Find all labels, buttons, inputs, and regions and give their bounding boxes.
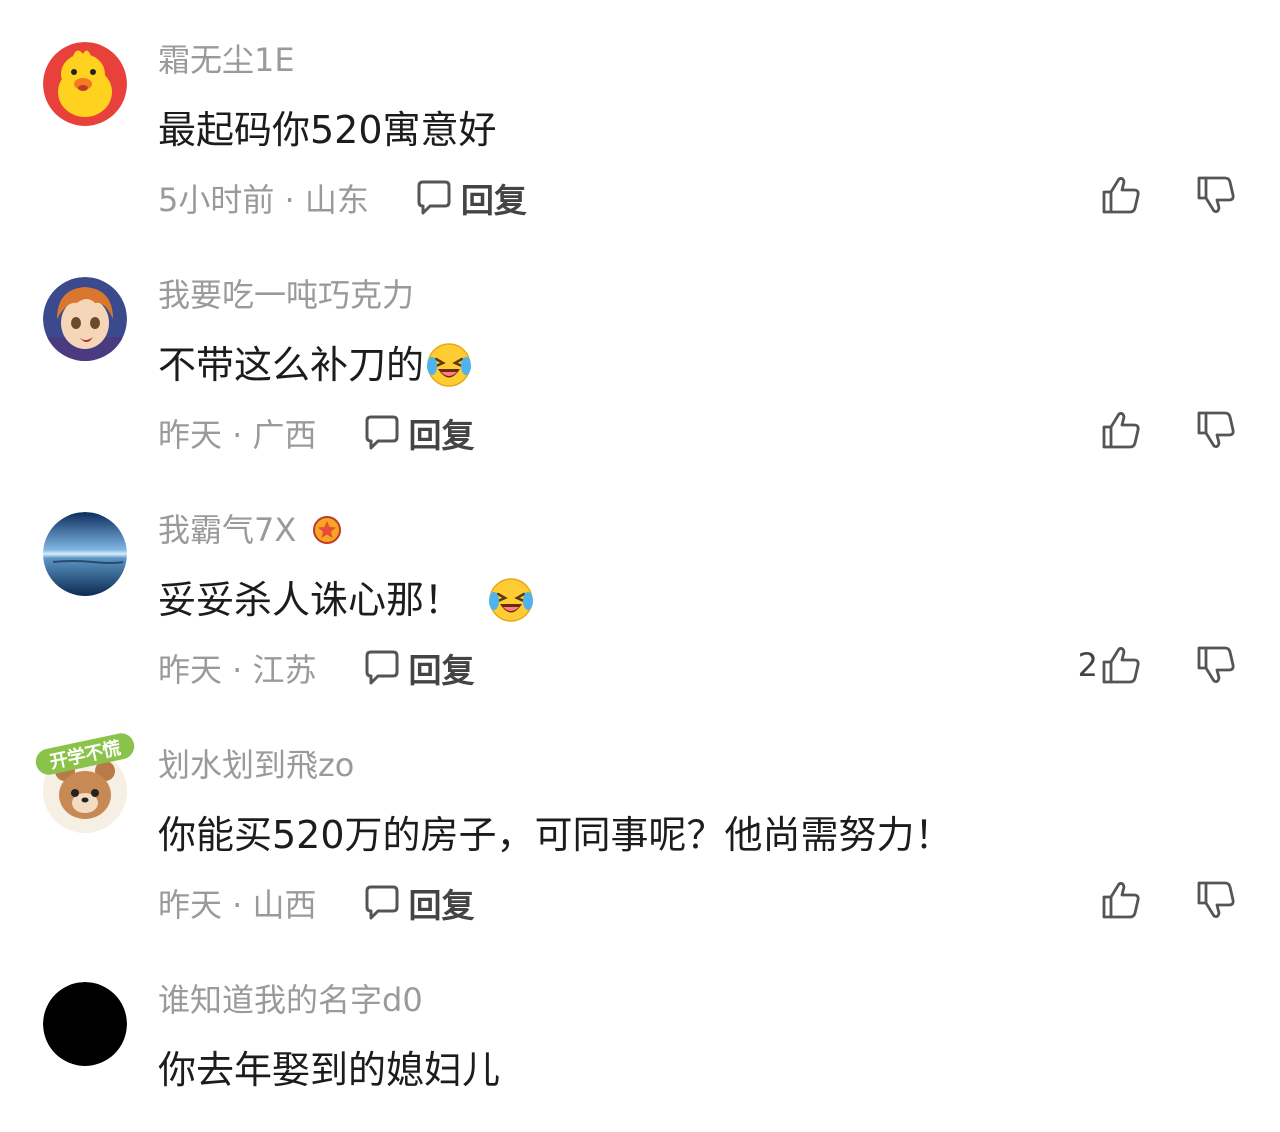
like-count: 2 — [1077, 646, 1098, 684]
comment-meta: 昨天 · 山西 回复 — [158, 880, 475, 926]
speech-bubble-icon — [365, 415, 399, 450]
comment-item: 我霸气7X 妥妥杀人诛心那！ 昨天 · 江苏 回复 2 — [0, 470, 1280, 705]
avatar[interactable] — [43, 982, 127, 1066]
avatar[interactable] — [43, 42, 127, 126]
time-location: 昨天 · 山西 — [158, 886, 317, 924]
speech-bubble-icon — [365, 885, 399, 920]
reply-label: 回复 — [408, 416, 475, 455]
reply-button[interactable]: 回复 — [361, 409, 475, 457]
comment-text: 你去年娶到的媳妇儿 — [158, 1045, 500, 1095]
reply-button[interactable]: 回复 — [361, 879, 475, 927]
username[interactable]: 谁知道我的名字d0 — [158, 980, 423, 1020]
avatar[interactable] — [43, 512, 127, 596]
thumbs-up-icon — [1102, 647, 1140, 684]
speech-bubble-icon — [417, 180, 451, 215]
username-text[interactable]: 划水划到飛zo — [158, 745, 354, 785]
black-avatar-icon — [43, 982, 127, 1066]
comment-text-body: 你能买520万的房子，可同事呢？他尚需努力！ — [158, 813, 953, 857]
username[interactable]: 霜无尘1E — [158, 40, 295, 80]
time-location: 5小时前 · 山东 — [158, 181, 369, 219]
star-badge-icon — [313, 516, 342, 544]
username-text[interactable]: 我霸气7X — [158, 510, 296, 550]
comment-item: 霜无尘1E 最起码你520寓意好 5小时前 · 山东 回复 — [0, 0, 1280, 235]
anime-boy-avatar-icon — [43, 277, 127, 361]
thumbs-up-icon — [1102, 882, 1140, 919]
comment-text-body: 不带这么补刀的 — [158, 343, 425, 387]
thumbs-down-icon[interactable] — [1195, 879, 1237, 921]
comment-meta: 5小时前 · 山东 回复 — [158, 175, 527, 221]
time-location: 昨天 · 广西 — [158, 416, 317, 454]
username[interactable]: 我霸气7X — [158, 510, 342, 550]
avatar[interactable] — [43, 277, 127, 361]
reply-button[interactable]: 回复 — [413, 174, 527, 222]
like-button[interactable] — [1068, 172, 1142, 218]
lake-landscape-avatar-icon — [43, 512, 127, 596]
username-text[interactable]: 我要吃一吨巧克力 — [158, 275, 414, 315]
comment-text: 你能买520万的房子，可同事呢？他尚需努力！ — [158, 810, 953, 860]
speech-bubble-icon — [365, 650, 399, 685]
thumbs-up-icon — [1102, 177, 1140, 214]
bear-school-avatar-icon: 开学不慌 — [35, 733, 135, 833]
thumbs-down-icon[interactable] — [1195, 644, 1237, 686]
thumbs-down-icon[interactable] — [1195, 174, 1237, 216]
thumbs-down-icon[interactable] — [1195, 409, 1237, 451]
comment-item: 开学不慌 划水划到飛zo 你能买520万的房子，可同事呢？他尚需努力！ 昨天 ·… — [0, 705, 1280, 940]
comment-text-body: 你去年娶到的媳妇儿 — [158, 1048, 501, 1092]
comment-text-body: 最起码你520寓意好 — [158, 108, 497, 152]
avatar[interactable]: 开学不慌 — [25, 723, 145, 843]
reply-label: 回复 — [460, 181, 527, 220]
username-text[interactable]: 霜无尘1E — [158, 40, 295, 80]
thumbs-up-icon — [1102, 412, 1140, 449]
comment-item: 谁知道我的名字d0 你去年娶到的媳妇儿 — [0, 940, 1280, 1132]
yellow-duck-avatar-icon — [43, 42, 127, 126]
laughing-crying-emoji-icon — [489, 578, 534, 622]
comment-text: 最起码你520寓意好 — [158, 105, 497, 155]
comment-meta: 昨天 · 广西 回复 — [158, 410, 475, 456]
comment-meta: 昨天 · 江苏 回复 — [158, 645, 475, 691]
like-button[interactable] — [1068, 877, 1142, 923]
reply-button[interactable]: 回复 — [361, 644, 475, 692]
laughing-crying-emoji-icon — [427, 343, 472, 387]
username[interactable]: 我要吃一吨巧克力 — [158, 275, 414, 315]
reply-label: 回复 — [408, 886, 475, 925]
comment-text-body: 妥妥杀人诛心那！ — [158, 578, 463, 622]
comment-text: 不带这么补刀的 — [158, 340, 472, 390]
username-text[interactable]: 谁知道我的名字d0 — [158, 980, 423, 1020]
time-location: 昨天 · 江苏 — [158, 651, 317, 689]
like-button[interactable]: 2 — [1068, 642, 1142, 688]
comment-item: 我要吃一吨巧克力 不带这么补刀的 昨天 · 广西 回复 — [0, 235, 1280, 470]
reply-label: 回复 — [408, 651, 475, 690]
username[interactable]: 划水划到飛zo — [158, 745, 354, 785]
comment-text: 妥妥杀人诛心那！ — [158, 575, 534, 625]
bottom-edge — [0, 1118, 1280, 1132]
like-button[interactable] — [1068, 407, 1142, 453]
